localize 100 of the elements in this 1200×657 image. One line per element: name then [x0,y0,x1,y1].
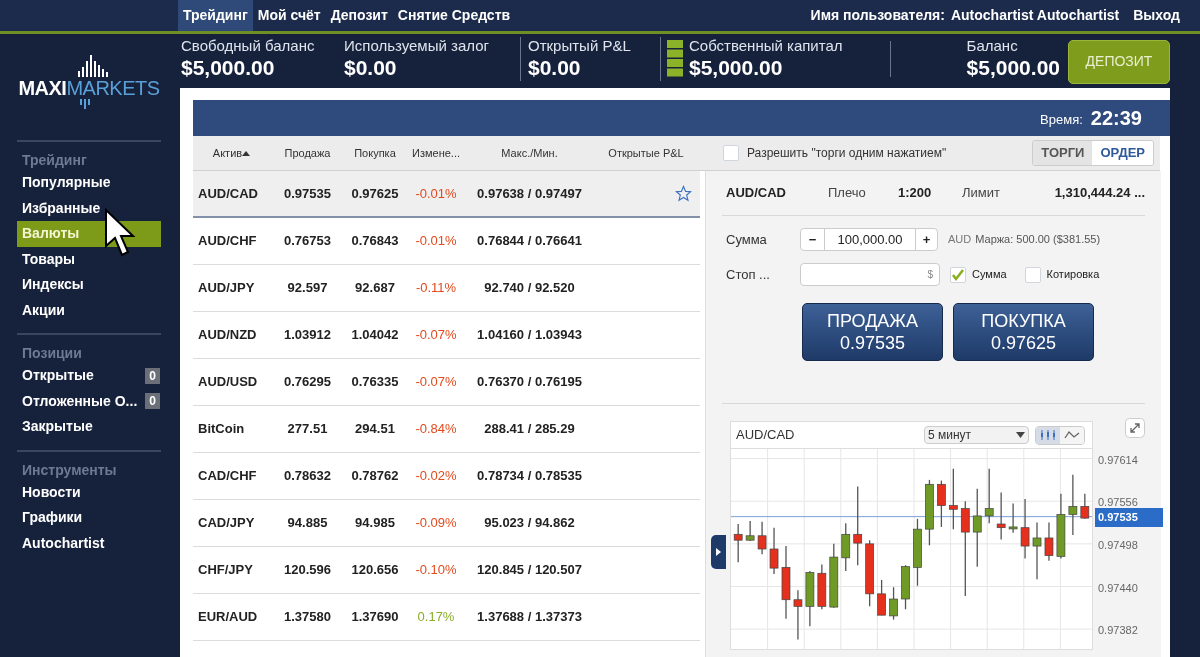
cursor-icon [104,208,136,258]
amount-field[interactable]: 100,000.00 [825,229,915,250]
nav-tab[interactable]: Трейдинг [178,0,253,31]
sidebar-item[interactable]: Популярные [17,170,161,196]
table-cell-text: 0.97625 [350,184,400,203]
table-row[interactable]: CAD/CHF 0.78632 0.78762 -0.02% 0.78734 / 0.78535 [193,453,700,500]
chart-symbol: AUD/CAD [736,426,795,445]
table-row[interactable]: AUD/USD 0.76295 0.76335 -0.07% 0.76370 / 0.76195 [193,359,700,406]
candle [949,468,958,530]
table-cell-text: 95.023 / 94.862 [483,514,576,533]
candles-view-button[interactable] [1036,426,1060,444]
column-header[interactable]: Макс./Мин. [467,144,592,162]
dropdown-caret-icon [1016,432,1025,438]
leverage-label: Плечо [828,184,867,203]
decrease-button[interactable]: − [801,229,825,250]
nav-tab[interactable]: Мой счёт [252,0,326,31]
sidebar-item[interactable]: Отложенные О... 0 [17,388,161,414]
leverage-value: 1:200 [898,184,933,203]
candle [901,564,910,610]
count-badge: 0 [145,393,160,410]
column-header[interactable]: Покупка [345,144,405,162]
interval-select[interactable]: 5 минут [924,426,1029,444]
table-cell-text: 1.04042 [350,326,400,345]
checkbox[interactable] [723,145,739,161]
table-cell-text: 92.597 [286,279,329,298]
table-cell-text: AUD/JPY [197,279,256,298]
candle [925,479,934,546]
table-row[interactable]: AUD/CHF 0.76753 0.76843 -0.01% 0.76844 / 0.76641 [193,218,700,265]
amount-stepper[interactable]: − 100,000.00 + [800,228,938,251]
stop-field[interactable]: $ [800,263,940,286]
logo-text: MARKETS [66,77,160,99]
panel-toggle-tab[interactable] [711,535,726,569]
table-row[interactable]: AUD/JPY 92.597 92.687 -0.11% 92.740 / 92.520 [193,265,700,312]
expand-icon[interactable] [1125,418,1145,438]
table-cell-text: -0.09% [414,514,458,533]
table-row[interactable]: EUR/AUD 1.37580 1.37690 0.17% 1.37688 / 1.37373 [193,594,700,641]
sidebar-item[interactable]: Акции [17,297,161,323]
sidebar-item[interactable]: Autochartist [17,530,161,556]
margin-text: Маржа: 500.00 ($381.55) [975,232,1101,248]
sidebar-item[interactable]: Открытые 0 [17,363,161,389]
table-cell-text: 0.76753 [283,232,332,251]
table-cell-text: -0.11% [414,279,458,298]
sidebar-item[interactable]: Графики [17,505,161,531]
sidebar-item[interactable]: Индексы [17,272,161,298]
limit-value: 1,310,444.24 ... [1054,184,1145,203]
section-title: Позиции [21,344,83,363]
table-cell-text: 0.97535 [283,184,332,203]
star-icon[interactable] [675,185,692,202]
table-row[interactable]: BitCoin 277.51 294.51 -0.84% 288.41 / 285.29 [193,406,700,453]
candle [1044,521,1054,562]
table-cell-text: AUD/CAD [197,184,259,203]
sidebar-item[interactable]: Новости [17,479,161,505]
table-cell-text: 1.03912 [283,326,332,345]
column-header[interactable]: Актив [193,144,270,162]
table-cell-text: 1.37580 [283,608,332,627]
candle [984,468,994,524]
nav-tab[interactable]: Депозит [325,0,393,31]
line-view-button[interactable] [1060,426,1084,444]
table-cell-text: 0.76843 [350,232,400,251]
table-cell-text: 294.51 [354,420,396,439]
time-label: Время: [1040,110,1083,129]
table-cell-text: -0.01% [414,184,458,203]
column-header[interactable]: Продажа [270,144,345,162]
mode-tab[interactable]: ОРДЕР [1092,141,1153,165]
table-row[interactable]: CHF/JPY 120.596 120.656 -0.10% 120.845 / 120.507 [193,547,700,594]
nav-tab[interactable]: Снятие Средств [392,0,516,31]
sidebar-item[interactable]: Закрытые [17,414,161,440]
increase-button[interactable]: + [915,229,937,250]
table-cell-text: 120.596 [283,561,332,580]
candle [733,523,743,563]
checkbox[interactable] [1024,266,1041,283]
table-row[interactable]: CAD/JPY 94.885 94.985 -0.09% 95.023 / 94.862 [193,500,700,547]
price-tick: 0.97614 [1098,452,1138,468]
stat-value: $5,000.00 [181,54,276,81]
column-header[interactable]: Открытые P&L [592,144,700,162]
sidebar-item[interactable]: Избранные [17,195,161,221]
checkbox[interactable] [950,266,966,283]
table-cell-text: 0.76844 / 0.76641 [476,232,583,251]
equity-meter-icon [667,39,683,78]
table-cell-text: 0.78632 [283,467,332,486]
count-badge: 0 [145,367,160,384]
user-name: Autochartist Autochartist [950,6,1120,25]
logout-link[interactable]: Выход [1133,5,1180,26]
column-header[interactable]: Измене... [405,144,467,162]
stop-label: Стоп ... [726,265,771,284]
table-cell-text: 0.17% [416,608,456,627]
user-label: Имя пользователя: [810,6,945,25]
table-cell-text: 120.656 [350,561,400,580]
table-row[interactable]: AUD/CAD 0.97535 0.97625 -0.01% 0.97638 / 0.97497 [193,171,700,218]
candle [841,522,851,572]
table-row[interactable]: AUD/NZD 1.03912 1.04042 -0.07% 1.04160 / 1.03943 [193,312,700,359]
option-label: Сумма [972,267,1007,283]
table-cell-text: 0.78762 [350,467,400,486]
logo-text: MAXI [18,77,67,99]
sidebar-item[interactable]: Товары [17,246,161,272]
sell-button[interactable]: ПРОДАЖА 0.97535 [802,303,943,361]
mode-tab[interactable]: ТОРГИ [1033,141,1093,165]
table-cell-text: -0.10% [414,561,458,580]
table-cell-text: 0.76335 [350,373,400,392]
buy-button[interactable]: ПОКУПКА 0.97625 [953,303,1094,361]
